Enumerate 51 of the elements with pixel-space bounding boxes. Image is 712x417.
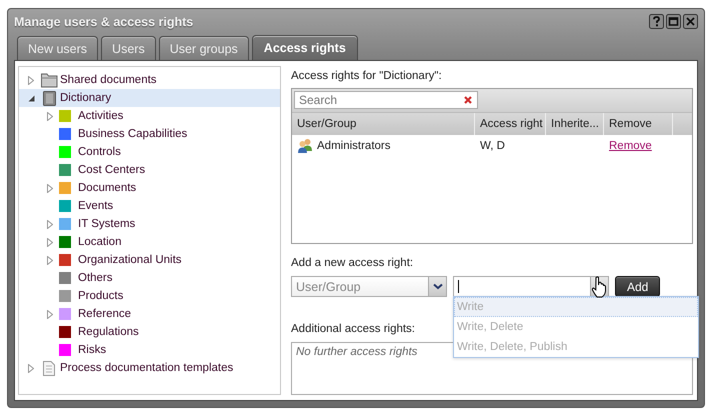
tree-item[interactable]: Others	[19, 269, 280, 287]
expand-arrow-icon[interactable]	[47, 220, 53, 228]
tree-item[interactable]: Products	[19, 287, 280, 305]
tree-item[interactable]: Process documentation templates	[19, 359, 280, 377]
tree-item[interactable]: Activities	[19, 107, 280, 125]
tree-item[interactable]: Dictionary	[19, 89, 280, 107]
section-label: Additional access rights:	[291, 323, 416, 338]
expand-arrow-icon[interactable]	[47, 238, 53, 246]
users-icon	[297, 138, 313, 154]
tree-item[interactable]: Business Capabilities	[19, 125, 280, 143]
empty-message: No further access rights	[296, 346, 418, 358]
section-label: Access rights for "Dictionary":	[291, 70, 442, 84]
expand-arrow-icon[interactable]	[28, 76, 34, 84]
close-icon[interactable]	[683, 14, 698, 29]
tree-item[interactable]: Reference	[19, 305, 280, 323]
tree-item[interactable]: Regulations	[19, 323, 280, 341]
search-field[interactable]: Search	[294, 91, 478, 110]
tab[interactable]: Access rights	[252, 35, 358, 60]
clear-icon[interactable]	[464, 96, 472, 104]
table-cell-text: W, D	[479, 140, 506, 152]
tree-item[interactable]: Shared documents	[19, 71, 280, 89]
remove-link[interactable]: Remove	[609, 140, 652, 152]
column-header[interactable]: Access right	[475, 112, 546, 135]
book-icon	[43, 90, 56, 106]
tree-item[interactable]: Location	[19, 233, 280, 251]
expand-arrow-icon[interactable]	[28, 364, 34, 372]
tree-item[interactable]: Events	[19, 197, 280, 215]
window-title: Manage users & access rights	[14, 14, 194, 28]
maximize-icon[interactable]	[666, 14, 681, 29]
help-icon[interactable]	[649, 14, 664, 29]
tree-item[interactable]: Documents	[19, 179, 280, 197]
add-button[interactable]: Add	[615, 276, 660, 298]
expand-arrow-icon[interactable]	[47, 310, 53, 318]
tree-item[interactable]: Organizational Units	[19, 251, 280, 269]
expand-arrow-icon[interactable]	[47, 256, 53, 264]
tree-item[interactable]: Cost Centers	[19, 161, 280, 179]
expand-arrow-icon[interactable]	[47, 112, 53, 120]
access-right-combo[interactable]	[453, 276, 590, 298]
table-cell: Administrators	[317, 140, 390, 152]
document-icon	[43, 360, 55, 376]
section-label: Add a new access right:	[291, 256, 414, 271]
expand-arrow-icon[interactable]	[47, 184, 53, 192]
user-group-select[interactable]: User/Group	[291, 276, 428, 298]
tree-item[interactable]: Risks	[19, 341, 280, 359]
column-header[interactable]: User/Group	[292, 112, 475, 135]
column-header[interactable]: Inherite...	[546, 112, 604, 135]
tree-item[interactable]: IT Systems	[19, 215, 280, 233]
folder-icon	[41, 72, 58, 88]
collapse-arrow-icon[interactable]	[28, 94, 34, 102]
tree-item[interactable]: Controls	[19, 143, 280, 161]
column-header[interactable]: Remove	[604, 112, 673, 135]
